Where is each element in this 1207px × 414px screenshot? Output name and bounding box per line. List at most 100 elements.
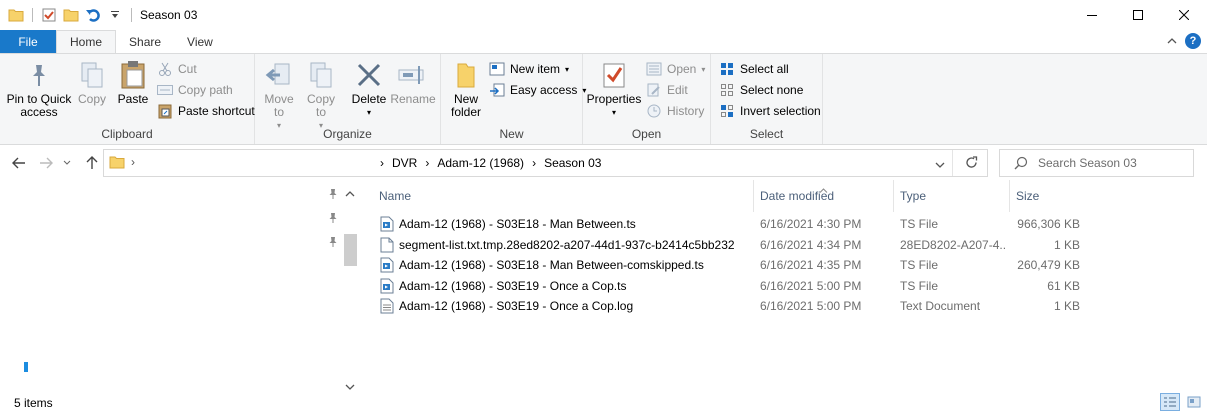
column-header-size[interactable]: Size — [1010, 180, 1080, 212]
pin-icon — [328, 188, 338, 203]
tab-file[interactable]: File — [0, 30, 56, 53]
new-group: New folder New item ▾ Easy access ▾ New — [441, 54, 586, 144]
copy-path-button[interactable]: Copy path — [157, 81, 233, 99]
cut-button[interactable]: Cut — [157, 60, 197, 78]
paste-shortcut-button[interactable]: Paste shortcut — [157, 102, 255, 120]
up-button[interactable] — [82, 153, 102, 173]
file-row[interactable]: Adam-12 (1968) - S03E19 - Once a Cop.log… — [360, 296, 1080, 316]
navigation-bar: › › DVR › Adam-12 (1968) › Season 03 Sea… — [0, 146, 1207, 180]
address-bar[interactable]: › › DVR › Adam-12 (1968) › Season 03 — [103, 149, 988, 177]
tab-share[interactable]: Share — [116, 30, 174, 53]
status-bar: 5 items — [0, 392, 1207, 414]
select-all-icon — [719, 61, 735, 77]
file-row[interactable]: Adam-12 (1968) - S03E18 - Man Between.ts… — [360, 214, 1080, 234]
breadcrumb-root-chevron[interactable]: › — [131, 155, 135, 169]
tab-home[interactable]: Home — [56, 30, 117, 53]
file-name[interactable]: Adam-12 (1968) - S03E19 - Once a Cop.log — [399, 296, 754, 316]
ribbon-controls: ? — [1167, 33, 1201, 49]
history-button[interactable]: History — [646, 102, 704, 120]
forward-arrow-icon — [40, 157, 53, 169]
folder-icon[interactable] — [8, 7, 24, 23]
copy-to-button[interactable]: Copy to ▾ — [303, 60, 339, 132]
file-size: 1 KB — [1053, 237, 1080, 252]
window-title: Season 03 — [140, 8, 198, 22]
breadcrumb-item[interactable]: Season 03 — [544, 156, 601, 170]
column-header-name[interactable]: Name — [373, 180, 754, 212]
search-box[interactable]: Search Season 03 — [999, 149, 1194, 177]
paste-icon — [117, 60, 149, 90]
scrollbar-thumb[interactable] — [344, 234, 357, 266]
address-divider — [952, 150, 953, 176]
edit-button[interactable]: Edit — [646, 81, 688, 99]
file-row[interactable]: segment-list.txt.tmp.28ed8202-a207-44d1-… — [360, 235, 1080, 255]
file-name[interactable]: Adam-12 (1968) - S03E18 - Man Between.ts — [399, 214, 754, 234]
scroll-up-icon[interactable] — [345, 186, 355, 200]
pin-to-quick-access-button[interactable]: Pin to Quick access — [4, 60, 74, 119]
properties-check-icon[interactable] — [41, 7, 57, 23]
title-bar: Season 03 — [0, 0, 1207, 30]
close-button[interactable] — [1161, 0, 1207, 30]
invert-selection-button[interactable]: Invert selection — [719, 102, 821, 120]
tab-view[interactable]: View — [174, 30, 226, 53]
new-folder-button[interactable]: New folder — [447, 60, 485, 119]
delete-label: Delete — [351, 92, 387, 106]
delete-button[interactable]: Delete ▾ — [350, 60, 388, 119]
copy-button[interactable]: Copy — [74, 60, 110, 106]
forward-button[interactable] — [36, 153, 56, 173]
file-type: TS File — [900, 258, 939, 272]
breadcrumb-item[interactable]: DVR — [392, 156, 417, 170]
breadcrumb-separator[interactable]: › — [425, 156, 429, 170]
file-size: 260,479 KB — [1017, 258, 1080, 272]
new-item-button[interactable]: New item ▾ — [489, 60, 569, 78]
new-folder-icon[interactable] — [63, 7, 79, 23]
minimize-button[interactable] — [1069, 0, 1115, 30]
copy-icon — [76, 60, 108, 90]
copy-path-icon — [157, 82, 173, 98]
dropdown-arrow-icon: ▾ — [611, 108, 616, 117]
back-button[interactable] — [9, 153, 29, 173]
file-date-modified: 6/16/2021 4:30 PM — [760, 217, 862, 231]
paste-shortcut-label: Paste shortcut — [178, 104, 255, 118]
help-icon[interactable]: ? — [1185, 33, 1201, 49]
file-name[interactable]: Adam-12 (1968) - S03E19 - Once a Cop.ts — [399, 276, 754, 296]
breadcrumb-item[interactable]: Adam-12 (1968) — [437, 156, 524, 170]
recent-locations-button[interactable] — [60, 153, 74, 173]
select-all-button[interactable]: Select all — [719, 60, 789, 78]
file-name[interactable]: Adam-12 (1968) - S03E18 - Man Between-co… — [399, 255, 754, 275]
navigation-pane[interactable] — [0, 180, 360, 392]
address-history-dropdown[interactable] — [935, 158, 945, 172]
details-view-button[interactable] — [1160, 393, 1180, 411]
rename-button[interactable]: Rename — [390, 60, 436, 106]
select-group-label: Select — [749, 127, 784, 141]
history-icon — [646, 103, 662, 119]
column-header-type[interactable]: Type — [894, 180, 1010, 212]
open-button[interactable]: Open ▾ — [646, 60, 705, 78]
paste-button[interactable]: Paste — [113, 60, 153, 106]
file-row[interactable]: Adam-12 (1968) - S03E19 - Once a Cop.ts 6… — [360, 276, 1080, 296]
collapse-ribbon-icon[interactable] — [1167, 34, 1177, 48]
file-row[interactable]: Adam-12 (1968) - S03E18 - Man Between-co… — [360, 255, 1080, 275]
customize-dropdown-icon[interactable] — [107, 7, 123, 23]
scissors-icon — [157, 61, 173, 77]
easy-access-button[interactable]: Easy access ▾ — [489, 81, 586, 99]
search-placeholder[interactable]: Search Season 03 — [1038, 156, 1137, 170]
navigation-scrollbar[interactable] — [343, 184, 358, 390]
maximize-button[interactable] — [1115, 0, 1161, 30]
pin-icon — [328, 212, 338, 227]
properties-button[interactable]: Properties ▾ — [587, 60, 641, 119]
move-to-button[interactable]: Move to ▾ — [261, 60, 297, 132]
new-group-label: New — [499, 127, 524, 141]
large-icons-view-button[interactable] — [1184, 393, 1204, 411]
file-list[interactable]: Name Date modified Type Size Adam-12 (19… — [360, 180, 1207, 392]
open-label: Open — [667, 62, 697, 76]
select-none-button[interactable]: Select none — [719, 81, 803, 99]
breadcrumb-separator[interactable]: › — [380, 156, 384, 170]
file-name[interactable]: segment-list.txt.tmp.28ed8202-a207-44d1-… — [399, 235, 754, 255]
undo-icon[interactable] — [85, 7, 101, 23]
select-group: Select all Select none Invert selection … — [711, 54, 823, 144]
refresh-button[interactable] — [965, 156, 978, 172]
large-icons-view-icon — [1187, 396, 1201, 408]
breadcrumb-separator[interactable]: › — [532, 156, 536, 170]
blank-file-icon — [380, 235, 394, 255]
organize-group: Move to ▾ Copy to ▾ Delete ▾ Rename Orga… — [255, 54, 441, 144]
